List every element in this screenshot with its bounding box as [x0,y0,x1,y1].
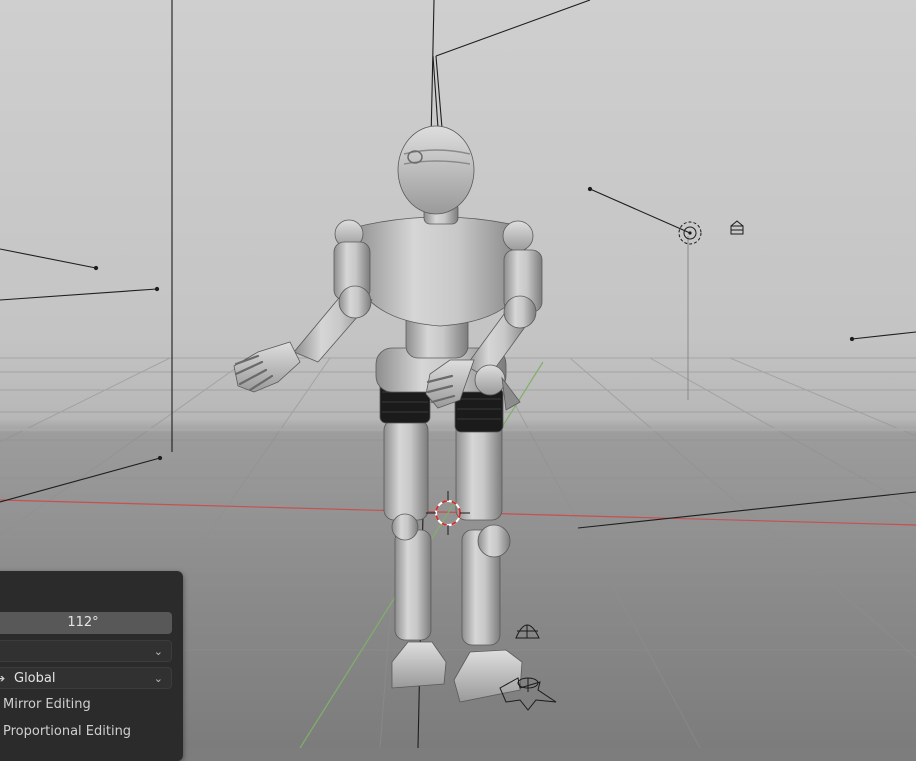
pivot-dropdown[interactable]: ➔ Global ⌄ [0,667,172,689]
angle-value: 112° [67,615,99,630]
robot-model[interactable] [233,125,543,703]
adjust-last-operation-panel: 112° ⌄ ➔ Global ⌄ Mirror Editing Proport… [0,571,183,761]
empty-icon[interactable] [515,624,540,639]
pivot-value: Global [14,671,56,686]
chevron-down-icon: ⌄ [153,645,163,658]
pivot-icon: ➔ [0,672,6,685]
proportional-editing-checkbox[interactable]: Proportional Editing [3,722,131,742]
chevron-down-icon: ⌄ [153,672,163,685]
light-icon[interactable] [678,221,702,245]
angle-field[interactable]: 112° [0,612,172,634]
area-light-icon[interactable] [730,220,744,235]
mirror-editing-checkbox[interactable]: Mirror Editing [3,695,91,715]
orientation-dropdown[interactable]: ⌄ [0,640,172,662]
proportional-editing-label: Proportional Editing [3,724,132,739]
camera-icon[interactable] [499,677,557,711]
mirror-editing-label: Mirror Editing [3,697,91,712]
